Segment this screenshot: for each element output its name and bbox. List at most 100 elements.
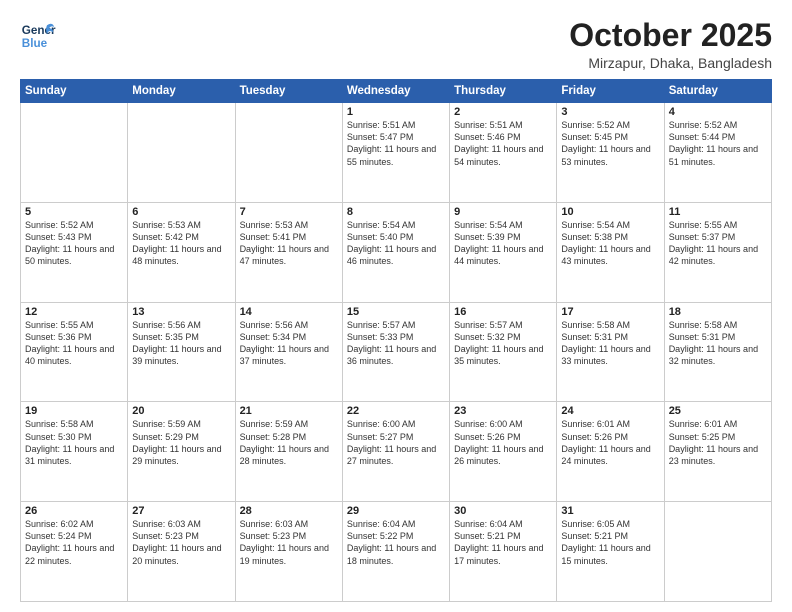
- table-row: [128, 103, 235, 203]
- day-number: 26: [25, 505, 123, 517]
- day-info: Sunrise: 5:52 AM Sunset: 5:45 PM Dayligh…: [561, 119, 659, 168]
- day-number: 28: [240, 505, 338, 517]
- week-row-4: 26Sunrise: 6:02 AM Sunset: 5:24 PM Dayli…: [21, 502, 772, 602]
- day-number: 30: [454, 505, 552, 517]
- calendar-title: October 2025: [569, 18, 772, 53]
- day-info: Sunrise: 5:58 AM Sunset: 5:31 PM Dayligh…: [669, 319, 767, 368]
- day-info: Sunrise: 5:59 AM Sunset: 5:29 PM Dayligh…: [132, 418, 230, 467]
- day-info: Sunrise: 5:51 AM Sunset: 5:46 PM Dayligh…: [454, 119, 552, 168]
- calendar-subtitle: Mirzapur, Dhaka, Bangladesh: [569, 55, 772, 71]
- table-row: [21, 103, 128, 203]
- day-number: 22: [347, 405, 445, 417]
- day-info: Sunrise: 6:04 AM Sunset: 5:21 PM Dayligh…: [454, 518, 552, 567]
- day-info: Sunrise: 5:52 AM Sunset: 5:44 PM Dayligh…: [669, 119, 767, 168]
- day-number: 19: [25, 405, 123, 417]
- day-info: Sunrise: 5:55 AM Sunset: 5:37 PM Dayligh…: [669, 219, 767, 268]
- day-number: 4: [669, 106, 767, 118]
- day-header-row: Sunday Monday Tuesday Wednesday Thursday…: [21, 80, 772, 103]
- table-row: 22Sunrise: 6:00 AM Sunset: 5:27 PM Dayli…: [342, 402, 449, 502]
- table-row: 17Sunrise: 5:58 AM Sunset: 5:31 PM Dayli…: [557, 302, 664, 402]
- day-number: 24: [561, 405, 659, 417]
- header: General Blue October 2025 Mirzapur, Dhak…: [20, 18, 772, 71]
- header-tuesday: Tuesday: [235, 80, 342, 103]
- day-number: 2: [454, 106, 552, 118]
- day-number: 14: [240, 306, 338, 318]
- week-row-1: 5Sunrise: 5:52 AM Sunset: 5:43 PM Daylig…: [21, 202, 772, 302]
- header-friday: Friday: [557, 80, 664, 103]
- day-number: 21: [240, 405, 338, 417]
- table-row: 29Sunrise: 6:04 AM Sunset: 5:22 PM Dayli…: [342, 502, 449, 602]
- day-info: Sunrise: 6:00 AM Sunset: 5:27 PM Dayligh…: [347, 418, 445, 467]
- day-number: 11: [669, 206, 767, 218]
- table-row: 21Sunrise: 5:59 AM Sunset: 5:28 PM Dayli…: [235, 402, 342, 502]
- day-info: Sunrise: 5:57 AM Sunset: 5:33 PM Dayligh…: [347, 319, 445, 368]
- day-info: Sunrise: 6:03 AM Sunset: 5:23 PM Dayligh…: [240, 518, 338, 567]
- table-row: 24Sunrise: 6:01 AM Sunset: 5:26 PM Dayli…: [557, 402, 664, 502]
- page: General Blue October 2025 Mirzapur, Dhak…: [0, 0, 792, 612]
- day-number: 5: [25, 206, 123, 218]
- header-monday: Monday: [128, 80, 235, 103]
- logo-icon: General Blue: [20, 18, 56, 54]
- day-number: 20: [132, 405, 230, 417]
- day-number: 10: [561, 206, 659, 218]
- table-row: 28Sunrise: 6:03 AM Sunset: 5:23 PM Dayli…: [235, 502, 342, 602]
- table-row: [235, 103, 342, 203]
- day-info: Sunrise: 6:02 AM Sunset: 5:24 PM Dayligh…: [25, 518, 123, 567]
- day-number: 16: [454, 306, 552, 318]
- day-info: Sunrise: 5:56 AM Sunset: 5:34 PM Dayligh…: [240, 319, 338, 368]
- table-row: 19Sunrise: 5:58 AM Sunset: 5:30 PM Dayli…: [21, 402, 128, 502]
- day-info: Sunrise: 5:53 AM Sunset: 5:42 PM Dayligh…: [132, 219, 230, 268]
- day-info: Sunrise: 5:54 AM Sunset: 5:39 PM Dayligh…: [454, 219, 552, 268]
- table-row: 13Sunrise: 5:56 AM Sunset: 5:35 PM Dayli…: [128, 302, 235, 402]
- day-number: 31: [561, 505, 659, 517]
- table-row: 23Sunrise: 6:00 AM Sunset: 5:26 PM Dayli…: [450, 402, 557, 502]
- table-row: 31Sunrise: 6:05 AM Sunset: 5:21 PM Dayli…: [557, 502, 664, 602]
- day-number: 17: [561, 306, 659, 318]
- day-info: Sunrise: 5:51 AM Sunset: 5:47 PM Dayligh…: [347, 119, 445, 168]
- day-number: 6: [132, 206, 230, 218]
- table-row: 14Sunrise: 5:56 AM Sunset: 5:34 PM Dayli…: [235, 302, 342, 402]
- table-row: 25Sunrise: 6:01 AM Sunset: 5:25 PM Dayli…: [664, 402, 771, 502]
- day-info: Sunrise: 6:01 AM Sunset: 5:26 PM Dayligh…: [561, 418, 659, 467]
- day-info: Sunrise: 5:56 AM Sunset: 5:35 PM Dayligh…: [132, 319, 230, 368]
- day-number: 29: [347, 505, 445, 517]
- table-row: 18Sunrise: 5:58 AM Sunset: 5:31 PM Dayli…: [664, 302, 771, 402]
- table-row: 2Sunrise: 5:51 AM Sunset: 5:46 PM Daylig…: [450, 103, 557, 203]
- day-info: Sunrise: 5:55 AM Sunset: 5:36 PM Dayligh…: [25, 319, 123, 368]
- day-info: Sunrise: 5:59 AM Sunset: 5:28 PM Dayligh…: [240, 418, 338, 467]
- table-row: 3Sunrise: 5:52 AM Sunset: 5:45 PM Daylig…: [557, 103, 664, 203]
- day-info: Sunrise: 6:00 AM Sunset: 5:26 PM Dayligh…: [454, 418, 552, 467]
- calendar-table: Sunday Monday Tuesday Wednesday Thursday…: [20, 79, 772, 602]
- table-row: 7Sunrise: 5:53 AM Sunset: 5:41 PM Daylig…: [235, 202, 342, 302]
- day-info: Sunrise: 5:58 AM Sunset: 5:31 PM Dayligh…: [561, 319, 659, 368]
- day-number: 3: [561, 106, 659, 118]
- table-row: 20Sunrise: 5:59 AM Sunset: 5:29 PM Dayli…: [128, 402, 235, 502]
- table-row: 4Sunrise: 5:52 AM Sunset: 5:44 PM Daylig…: [664, 103, 771, 203]
- day-info: Sunrise: 5:54 AM Sunset: 5:38 PM Dayligh…: [561, 219, 659, 268]
- day-number: 27: [132, 505, 230, 517]
- day-number: 18: [669, 306, 767, 318]
- svg-text:Blue: Blue: [22, 37, 48, 50]
- day-number: 13: [132, 306, 230, 318]
- table-row: 8Sunrise: 5:54 AM Sunset: 5:40 PM Daylig…: [342, 202, 449, 302]
- logo: General Blue: [20, 18, 56, 54]
- day-info: Sunrise: 6:05 AM Sunset: 5:21 PM Dayligh…: [561, 518, 659, 567]
- table-row: 16Sunrise: 5:57 AM Sunset: 5:32 PM Dayli…: [450, 302, 557, 402]
- week-row-2: 12Sunrise: 5:55 AM Sunset: 5:36 PM Dayli…: [21, 302, 772, 402]
- day-info: Sunrise: 6:01 AM Sunset: 5:25 PM Dayligh…: [669, 418, 767, 467]
- table-row: 5Sunrise: 5:52 AM Sunset: 5:43 PM Daylig…: [21, 202, 128, 302]
- table-row: 30Sunrise: 6:04 AM Sunset: 5:21 PM Dayli…: [450, 502, 557, 602]
- week-row-0: 1Sunrise: 5:51 AM Sunset: 5:47 PM Daylig…: [21, 103, 772, 203]
- table-row: 1Sunrise: 5:51 AM Sunset: 5:47 PM Daylig…: [342, 103, 449, 203]
- table-row: 6Sunrise: 5:53 AM Sunset: 5:42 PM Daylig…: [128, 202, 235, 302]
- week-row-3: 19Sunrise: 5:58 AM Sunset: 5:30 PM Dayli…: [21, 402, 772, 502]
- day-number: 23: [454, 405, 552, 417]
- day-info: Sunrise: 5:57 AM Sunset: 5:32 PM Dayligh…: [454, 319, 552, 368]
- title-section: October 2025 Mirzapur, Dhaka, Bangladesh: [569, 18, 772, 71]
- table-row: 10Sunrise: 5:54 AM Sunset: 5:38 PM Dayli…: [557, 202, 664, 302]
- day-info: Sunrise: 6:04 AM Sunset: 5:22 PM Dayligh…: [347, 518, 445, 567]
- header-thursday: Thursday: [450, 80, 557, 103]
- table-row: [664, 502, 771, 602]
- day-number: 7: [240, 206, 338, 218]
- day-number: 25: [669, 405, 767, 417]
